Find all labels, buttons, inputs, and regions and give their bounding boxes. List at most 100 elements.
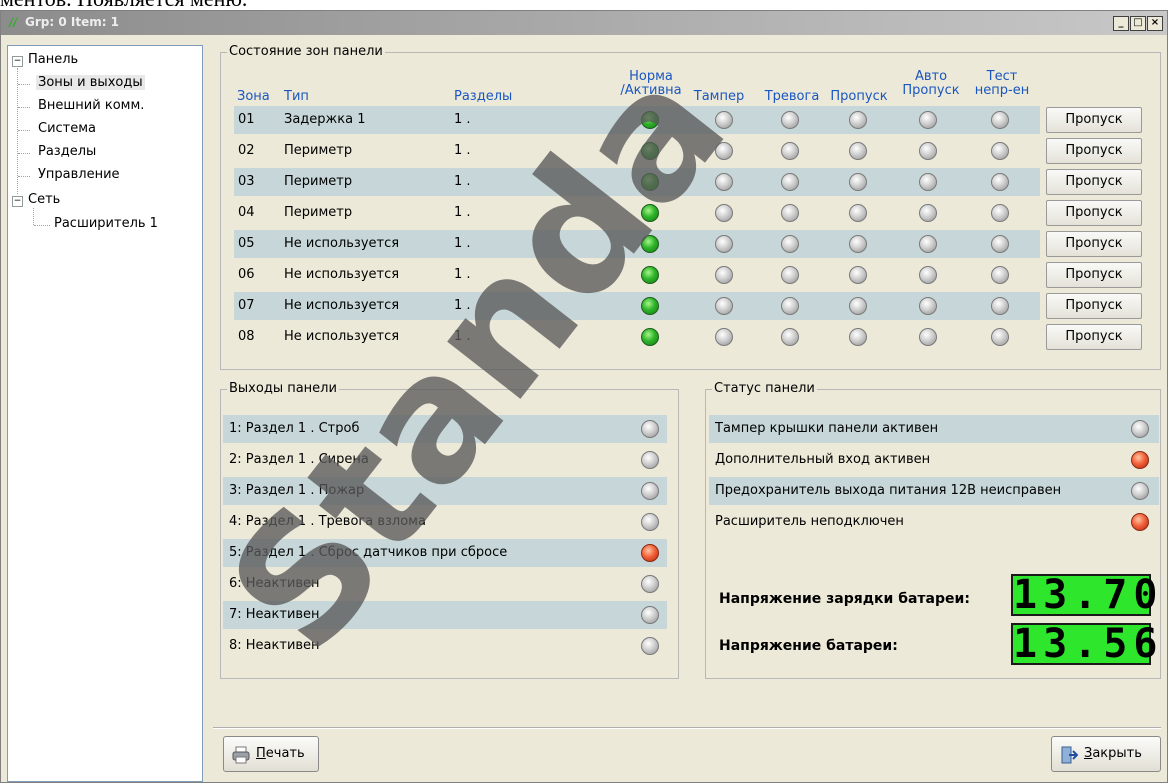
zone-row: 07 Не используется 1 .: [234, 292, 1040, 320]
zone-number: 04: [238, 205, 255, 220]
status-label: Расширитель неподключен: [715, 514, 904, 529]
alarm-led-icon: [781, 204, 799, 222]
output-status-led-icon: [641, 637, 659, 655]
bypass-led-icon: [849, 204, 867, 222]
alarm-led-icon: [781, 328, 799, 346]
output-row: 7: Неактивен: [223, 601, 667, 629]
tree-node-partitions[interactable]: Разделы: [36, 144, 98, 159]
zone-number: 08: [238, 329, 255, 344]
close-label: Закрыть: [1084, 746, 1142, 761]
bypass-button[interactable]: Пропуск: [1046, 324, 1142, 350]
output-label: 5: Раздел 1 . Сброс датчиков при сбросе: [229, 545, 508, 560]
bypass-led-icon: [849, 297, 867, 315]
minimize-button[interactable]: _: [1113, 16, 1129, 31]
tamper-led-icon: [715, 297, 733, 315]
output-row: 4: Раздел 1 . Тревога взлома: [223, 508, 667, 536]
header-partitions: Разделы: [454, 89, 513, 104]
tree-node-control[interactable]: Управление: [36, 167, 122, 182]
close-window-button[interactable]: ×: [1147, 16, 1163, 31]
status-row: Тампер крышки панели активен: [709, 415, 1159, 443]
auto-bypass-led-icon: [919, 173, 937, 191]
title-bar[interactable]: Grp: 0 Item: 1 _ □ ×: [1, 11, 1167, 35]
output-status-led-icon: [641, 420, 659, 438]
test-failed-led-icon: [991, 235, 1009, 253]
normal-led-icon: [641, 297, 659, 315]
header-test-failed: Тест непр-ен: [974, 69, 1030, 98]
zone-number: 06: [238, 267, 255, 282]
status-row: Дополнительный вход активен: [709, 446, 1159, 474]
zone-type: Периметр: [284, 174, 353, 189]
zones-group-title: Состояние зон панели: [227, 44, 385, 59]
zone-partitions: 1 .: [454, 174, 471, 189]
tree-connector: [33, 208, 34, 225]
tree-node-expander-1[interactable]: Расширитель 1: [54, 216, 158, 231]
bypass-button[interactable]: Пропуск: [1046, 169, 1142, 195]
auto-bypass-led-icon: [919, 204, 937, 222]
test-failed-led-icon: [991, 297, 1009, 315]
tamper-led-icon: [715, 328, 733, 346]
charge-voltage-label: Напряжение зарядки батареи:: [719, 591, 970, 607]
zone-row: 03 Периметр 1 .: [234, 168, 1040, 196]
tree-connector: [34, 225, 50, 226]
alarm-led-icon: [781, 142, 799, 160]
zone-type: Не используется: [284, 329, 400, 344]
output-status-led-icon: [641, 606, 659, 624]
header-zone: Зона: [237, 89, 270, 104]
bypass-button[interactable]: Пропуск: [1046, 293, 1142, 319]
test-failed-led-icon: [991, 328, 1009, 346]
zone-row: 02 Периметр 1 .: [234, 137, 1040, 165]
outputs-group-title: Выходы панели: [227, 381, 339, 396]
auto-bypass-led-icon: [919, 297, 937, 315]
exit-door-icon: [1061, 746, 1078, 764]
header-auto-bypass: Авто Пропуск: [902, 69, 960, 98]
footer-separator: [213, 727, 1161, 729]
header-bypass: Пропуск: [830, 89, 888, 104]
alarm-led-icon: [781, 266, 799, 284]
print-button[interactable]: Печать: [223, 736, 319, 772]
tree-node-panel[interactable]: Панель: [28, 52, 78, 67]
bypass-button[interactable]: Пропуск: [1046, 138, 1142, 164]
bypass-button[interactable]: Пропуск: [1046, 107, 1142, 133]
tamper-led-icon: [715, 235, 733, 253]
tree-node-zones-outputs[interactable]: Зоны и выходы: [36, 75, 145, 90]
bypass-button[interactable]: Пропуск: [1046, 231, 1142, 257]
bypass-button[interactable]: Пропуск: [1046, 262, 1142, 288]
output-status-led-icon: [641, 544, 659, 562]
status-led-icon: [1131, 420, 1149, 438]
zone-partitions: 1 .: [454, 236, 471, 251]
normal-led-icon: [641, 173, 659, 191]
zone-number: 01: [238, 112, 255, 127]
close-button[interactable]: Закрыть: [1051, 736, 1161, 772]
tree-node-network[interactable]: Сеть: [28, 192, 60, 207]
bypass-button[interactable]: Пропуск: [1046, 200, 1142, 226]
tamper-led-icon: [715, 204, 733, 222]
status-led-icon: [1131, 482, 1149, 500]
normal-led-icon: [641, 235, 659, 253]
normal-led-icon: [641, 204, 659, 222]
output-label: 1: Раздел 1 . Строб: [229, 421, 360, 436]
output-status-led-icon: [641, 451, 659, 469]
tree-connector: [18, 153, 30, 154]
output-row: 8: Неактивен: [223, 632, 667, 660]
bypass-led-icon: [849, 173, 867, 191]
status-led-icon: [1131, 451, 1149, 469]
maximize-button[interactable]: □: [1130, 16, 1146, 31]
collapse-icon[interactable]: −: [12, 56, 23, 67]
printer-icon: [232, 746, 250, 764]
tree-node-external-comm[interactable]: Внешний комм.: [36, 98, 146, 113]
zone-number: 05: [238, 236, 255, 251]
zone-number: 02: [238, 143, 255, 158]
tree-node-system[interactable]: Система: [36, 121, 98, 136]
output-label: 2: Раздел 1 . Сирена: [229, 452, 369, 467]
status-led-icon: [1131, 513, 1149, 531]
bypass-led-icon: [849, 328, 867, 346]
header-tamper: Тампер: [693, 89, 745, 104]
battery-voltage-display: 13.56: [1011, 621, 1164, 667]
zone-type: Периметр: [284, 143, 353, 158]
output-label: 7: Неактивен: [229, 607, 320, 622]
zone-row: 04 Периметр 1 .: [234, 199, 1040, 227]
zone-type: Не используется: [284, 298, 400, 313]
navigation-tree[interactable]: − Панель Зоны и выходы Внешний комм. Систе…: [7, 45, 203, 782]
collapse-icon[interactable]: −: [12, 196, 23, 207]
tree-connector: [18, 130, 30, 131]
